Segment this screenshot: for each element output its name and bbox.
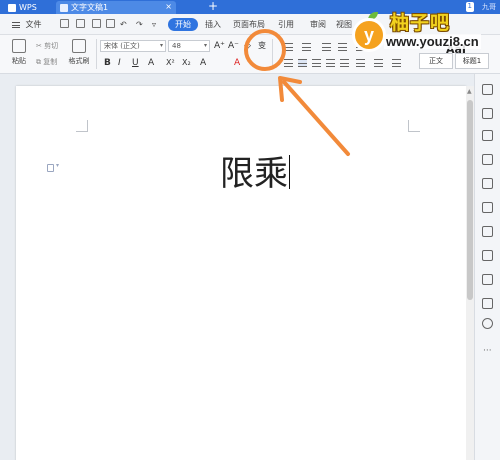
text-caret <box>289 155 290 189</box>
format-painter-button[interactable]: 格式刷 <box>66 39 92 66</box>
margin-corner-mark <box>76 120 88 132</box>
text-effect-button[interactable]: A <box>200 57 206 69</box>
paste-icon <box>12 39 26 53</box>
new-tab-button[interactable]: + <box>208 0 218 13</box>
distribute-icon[interactable] <box>340 59 349 67</box>
tab-view[interactable]: 视图 <box>336 18 352 31</box>
watermark-logo: y <box>352 18 386 52</box>
history-icon[interactable] <box>482 318 493 329</box>
redo-icon[interactable]: ↷ <box>136 18 143 31</box>
file-menu[interactable]: 文件 <box>12 18 42 31</box>
convert-icon[interactable] <box>482 202 493 213</box>
style-heading-1[interactable]: 标题1 <box>455 53 489 69</box>
more-icon[interactable]: ··· <box>483 346 492 356</box>
document-area: ▾ 限乘 <box>0 74 474 460</box>
numbered-list-icon[interactable] <box>302 43 311 51</box>
grow-font-button[interactable]: A⁺ <box>214 40 225 52</box>
watermark-url: www.youzi8.cn <box>384 34 481 49</box>
cut-label: 剪切 <box>44 42 59 50</box>
copy-label: 复制 <box>43 58 58 66</box>
justify-icon[interactable] <box>326 59 335 67</box>
save-icon[interactable] <box>60 19 69 28</box>
align-left-icon[interactable] <box>284 59 293 67</box>
title-right-area: 1 九哥 <box>465 2 496 12</box>
print-preview-icon[interactable] <box>106 19 115 28</box>
translate-icon[interactable] <box>482 250 493 261</box>
font-size-value: 48 <box>172 42 181 50</box>
wps-logo-icon <box>8 3 16 12</box>
chevron-down-icon: ▾ <box>56 162 60 169</box>
tab-insert[interactable]: 插入 <box>205 18 221 31</box>
bold-button[interactable]: B <box>104 57 111 69</box>
tab-wps-home[interactable]: WPS <box>4 1 44 14</box>
tab-document[interactable]: 文字文稿1 × <box>56 1 176 14</box>
tab-start[interactable]: 开始 <box>168 18 198 31</box>
decrease-indent-icon[interactable] <box>322 43 331 51</box>
copy-button[interactable]: ⧉ 复制 <box>36 57 57 67</box>
document-text-content: 限乘 <box>220 154 288 194</box>
share-icon[interactable] <box>482 226 493 237</box>
cut-button[interactable]: ✂ 剪切 <box>36 41 58 51</box>
document-text[interactable]: 限乘 <box>220 146 290 195</box>
font-name-value: 宋体 (正文) <box>104 42 140 50</box>
paste-button[interactable]: 粘贴 <box>8 39 30 66</box>
tab-references[interactable]: 引用 <box>278 18 294 31</box>
tab-document-label: 文字文稿1 <box>71 3 109 12</box>
superscript-button[interactable]: X² <box>166 57 175 69</box>
user-name[interactable]: 九哥 <box>482 2 496 12</box>
vertical-scrollbar[interactable]: ▲ <box>466 86 474 460</box>
export-pdf-icon[interactable] <box>76 19 85 28</box>
format-painter-label: 格式刷 <box>68 57 90 65</box>
file-menu-label: 文件 <box>25 20 42 29</box>
font-size-select[interactable]: 48 ▾ <box>168 40 210 52</box>
undo-icon[interactable]: ↶ <box>120 18 127 31</box>
shrink-font-button[interactable]: A⁻ <box>228 40 239 52</box>
italic-button[interactable]: I <box>118 57 121 69</box>
document-page[interactable]: ▾ 限乘 <box>16 86 466 460</box>
margin-corner-mark <box>408 120 420 132</box>
scrollbar-thumb[interactable] <box>467 100 473 300</box>
close-tab-icon[interactable]: × <box>165 2 172 11</box>
toolbar-divider <box>96 39 97 69</box>
highlight-circle <box>244 29 286 71</box>
watermark-site-name: 柚子吧 <box>390 12 451 34</box>
paste-label: 粘贴 <box>12 57 26 65</box>
borders-icon[interactable] <box>392 59 401 67</box>
line-spacing-icon[interactable] <box>356 59 365 67</box>
align-right-icon[interactable] <box>312 59 321 67</box>
tab-review[interactable]: 审阅 <box>310 18 326 31</box>
tab-wps-label: WPS <box>19 3 37 12</box>
collapse-panel-icon[interactable] <box>482 84 493 95</box>
font-color-button[interactable]: A <box>234 57 240 69</box>
style-format-icon[interactable] <box>482 130 493 141</box>
underline-button[interactable]: U <box>132 57 139 69</box>
table-icon[interactable] <box>482 274 493 285</box>
select-icon[interactable] <box>482 108 493 119</box>
document-outline-icon[interactable] <box>482 154 493 165</box>
hamburger-icon <box>12 21 20 28</box>
style-normal[interactable]: 正文 <box>419 53 453 69</box>
subscript-button[interactable]: X₂ <box>182 57 191 69</box>
strikethrough-button[interactable]: A <box>148 57 154 69</box>
format-painter-icon <box>72 39 86 53</box>
font-name-select[interactable]: 宋体 (正文) ▾ <box>100 40 166 52</box>
paragraph-layout-icon[interactable] <box>47 164 54 172</box>
increase-indent-icon[interactable] <box>338 43 347 51</box>
chevron-down-icon: ▾ <box>159 42 163 49</box>
shading-icon[interactable] <box>374 59 383 67</box>
right-side-panel: ··· <box>474 74 500 460</box>
scroll-up-icon[interactable]: ▲ <box>467 88 472 95</box>
picture-icon[interactable] <box>482 298 493 309</box>
align-center-icon[interactable] <box>298 59 307 67</box>
property-icon[interactable] <box>482 178 493 189</box>
notification-badge[interactable]: 1 <box>465 2 474 12</box>
customize-quick-access-icon[interactable]: ▿ <box>152 18 156 31</box>
chevron-down-icon: ▾ <box>203 42 207 49</box>
print-icon[interactable] <box>92 19 101 28</box>
document-icon <box>60 3 68 12</box>
